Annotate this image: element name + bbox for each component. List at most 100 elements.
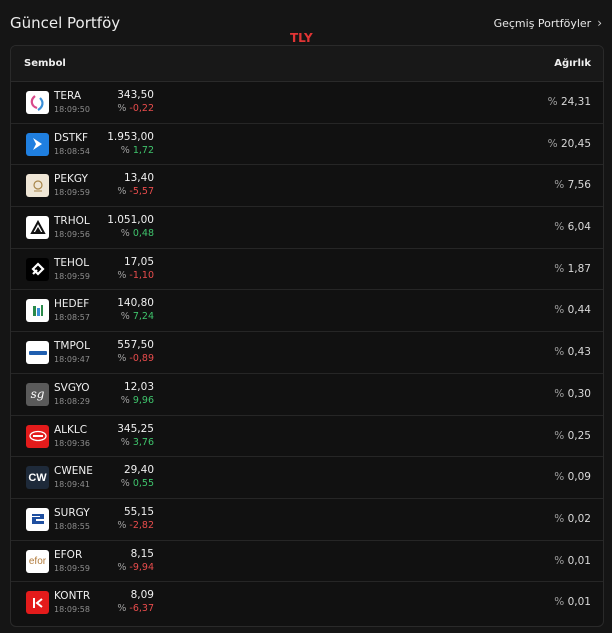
weight-value: % 0,30	[554, 388, 591, 400]
efor-logo-icon: efor	[26, 549, 49, 573]
weight-value: % 0,44	[554, 304, 591, 316]
weight-number: 20,45	[560, 137, 591, 150]
portfolio-table: Sembol Ağırlık TERA 18:09:50 343,50 % -0…	[10, 45, 604, 627]
symbol-label[interactable]: KONTR	[54, 590, 90, 602]
update-time: 18:09:50	[54, 105, 90, 114]
symbol-label[interactable]: PEKGY	[54, 173, 88, 185]
daily-change: % 1,72	[121, 145, 154, 156]
weight-number: 0,25	[567, 429, 591, 442]
daily-change: % -9,94	[117, 562, 154, 573]
change-value: 0,48	[132, 228, 154, 240]
daily-change: % -0,89	[117, 353, 154, 364]
percent-sign: %	[117, 186, 127, 198]
percent-sign: %	[117, 561, 127, 573]
weight-value: % 0,09	[554, 471, 591, 483]
change-value: 7,24	[132, 311, 154, 323]
last-price: 557,50	[117, 339, 154, 352]
daily-change: % 0,48	[121, 228, 154, 239]
table-row[interactable]: CW CWENE 18:09:41 29,40 % 0,55 % 0,09	[11, 457, 603, 499]
table-row[interactable]: SURGY 18:08:55 55,15 % -2,82 % 0,02	[11, 499, 603, 541]
symbol-label[interactable]: EFOR	[54, 549, 82, 561]
percent-sign: %	[554, 512, 565, 525]
daily-change: % -0,22	[117, 103, 154, 114]
change-value: 1,72	[132, 144, 154, 156]
last-price: 8,09	[130, 589, 154, 602]
symbol-label[interactable]: TERA	[54, 90, 81, 102]
weight-number: 0,43	[567, 346, 591, 359]
cwene-logo-icon: CW	[26, 466, 49, 490]
weight-column-header[interactable]: Ağırlık	[554, 58, 591, 69]
percent-sign: %	[120, 228, 130, 240]
table-row[interactable]: TEHOL 18:09:59 17,05 % -1,10 % 1,87	[11, 249, 603, 291]
daily-change: % 7,24	[121, 311, 154, 322]
update-time: 18:09:56	[54, 230, 90, 240]
table-row[interactable]: efor EFOR 18:09:59 8,15 % -9,94 % 0,01	[11, 541, 603, 583]
weight-value: % 0,01	[554, 596, 591, 608]
symbol-column-header[interactable]: Sembol	[24, 58, 66, 69]
table-row[interactable]: TRHOL 18:09:56 1.051,00 % 0,48 % 6,04	[11, 207, 603, 249]
change-value: -9,94	[129, 561, 154, 573]
trhol-logo-icon	[26, 216, 49, 240]
percent-sign: %	[117, 519, 127, 531]
past-portfolios-link[interactable]: Geçmiş Portföyler ›	[494, 16, 602, 30]
change-value: 9,96	[132, 394, 154, 406]
table-row[interactable]: TERA 18:09:50 343,50 % -0,22 % 24,31	[11, 82, 603, 124]
symbol-label[interactable]: SVGYO	[54, 382, 90, 394]
percent-sign: %	[117, 353, 127, 365]
update-time: 18:09:47	[54, 355, 90, 365]
percent-sign: %	[554, 596, 565, 609]
table-row[interactable]: TMPOL 18:09:47 557,50 % -0,89 % 0,43	[11, 332, 603, 374]
tera-logo-icon	[26, 91, 49, 114]
percent-sign: %	[554, 262, 565, 275]
weight-value: % 0,25	[554, 430, 591, 442]
surgy-logo-icon	[26, 507, 49, 531]
weight-value: % 0,43	[554, 346, 591, 358]
update-time: 18:09:41	[54, 480, 90, 490]
last-price: 55,15	[123, 505, 154, 518]
weight-value: % 24,31	[548, 96, 591, 108]
last-price: 13,40	[123, 172, 154, 185]
update-time: 18:08:55	[54, 521, 90, 531]
symbol-label[interactable]: TRHOL	[54, 215, 90, 227]
table-row[interactable]: HEDEF 18:08:57 140,80 % 7,24 % 0,44	[11, 290, 603, 333]
last-price: 1.953,00	[107, 130, 154, 143]
pekgy-logo-icon	[26, 174, 49, 198]
symbol-label[interactable]: DSTKF	[54, 132, 88, 144]
page-title: Güncel Portföy	[10, 14, 121, 32]
table-row[interactable]: PEKGY 18:09:59 13,40 % -5,57 % 7,56	[11, 165, 603, 208]
dstkf-logo-icon	[26, 132, 49, 156]
tehol-logo-icon	[26, 257, 49, 281]
percent-sign: %	[120, 144, 130, 156]
symbol-label[interactable]: HEDEF	[54, 298, 89, 310]
daily-change: % 9,96	[121, 395, 154, 406]
table-body: TERA 18:09:50 343,50 % -0,22 % 24,31 DST…	[11, 82, 603, 624]
symbol-label[interactable]: TMPOL	[54, 340, 90, 352]
svgyo-logo-icon: sg	[26, 382, 49, 406]
percent-sign: %	[554, 554, 565, 567]
symbol-label[interactable]: SURGY	[54, 507, 90, 519]
symbol-label[interactable]: CWENE	[54, 465, 93, 477]
weight-number: 0,02	[567, 512, 591, 525]
update-time: 18:08:57	[54, 313, 90, 323]
symbol-label[interactable]: ALKLC	[54, 424, 87, 436]
table-row[interactable]: KONTR 18:09:58 8,09 % -6,37 % 0,01	[11, 582, 603, 624]
percent-sign: %	[120, 311, 130, 323]
percent-sign: %	[120, 394, 130, 406]
last-price: 345,25	[117, 422, 154, 435]
table-row[interactable]: sg SVGYO 18:08:29 12,03 % 9,96 % 0,30	[11, 374, 603, 416]
weight-value: % 1,87	[554, 263, 591, 275]
symbol-label[interactable]: TEHOL	[54, 257, 89, 269]
update-time: 18:09:59	[54, 188, 90, 198]
percent-sign: %	[547, 137, 558, 150]
last-price: 1.051,00	[107, 214, 154, 227]
update-time: 18:08:54	[54, 146, 90, 156]
update-time: 18:09:59	[54, 563, 90, 573]
weight-number: 1,87	[567, 262, 591, 275]
weight-value: % 6,04	[554, 221, 591, 233]
table-row[interactable]: ALKLC 18:09:36 345,25 % 3,76 % 0,25	[11, 416, 603, 458]
weight-number: 6,04	[567, 221, 591, 234]
weight-value: % 20,45	[548, 138, 591, 150]
percent-sign: %	[554, 429, 565, 442]
table-row[interactable]: DSTKF 18:08:54 1.953,00 % 1,72 % 20,45	[11, 124, 603, 166]
weight-value: % 7,56	[554, 179, 591, 191]
